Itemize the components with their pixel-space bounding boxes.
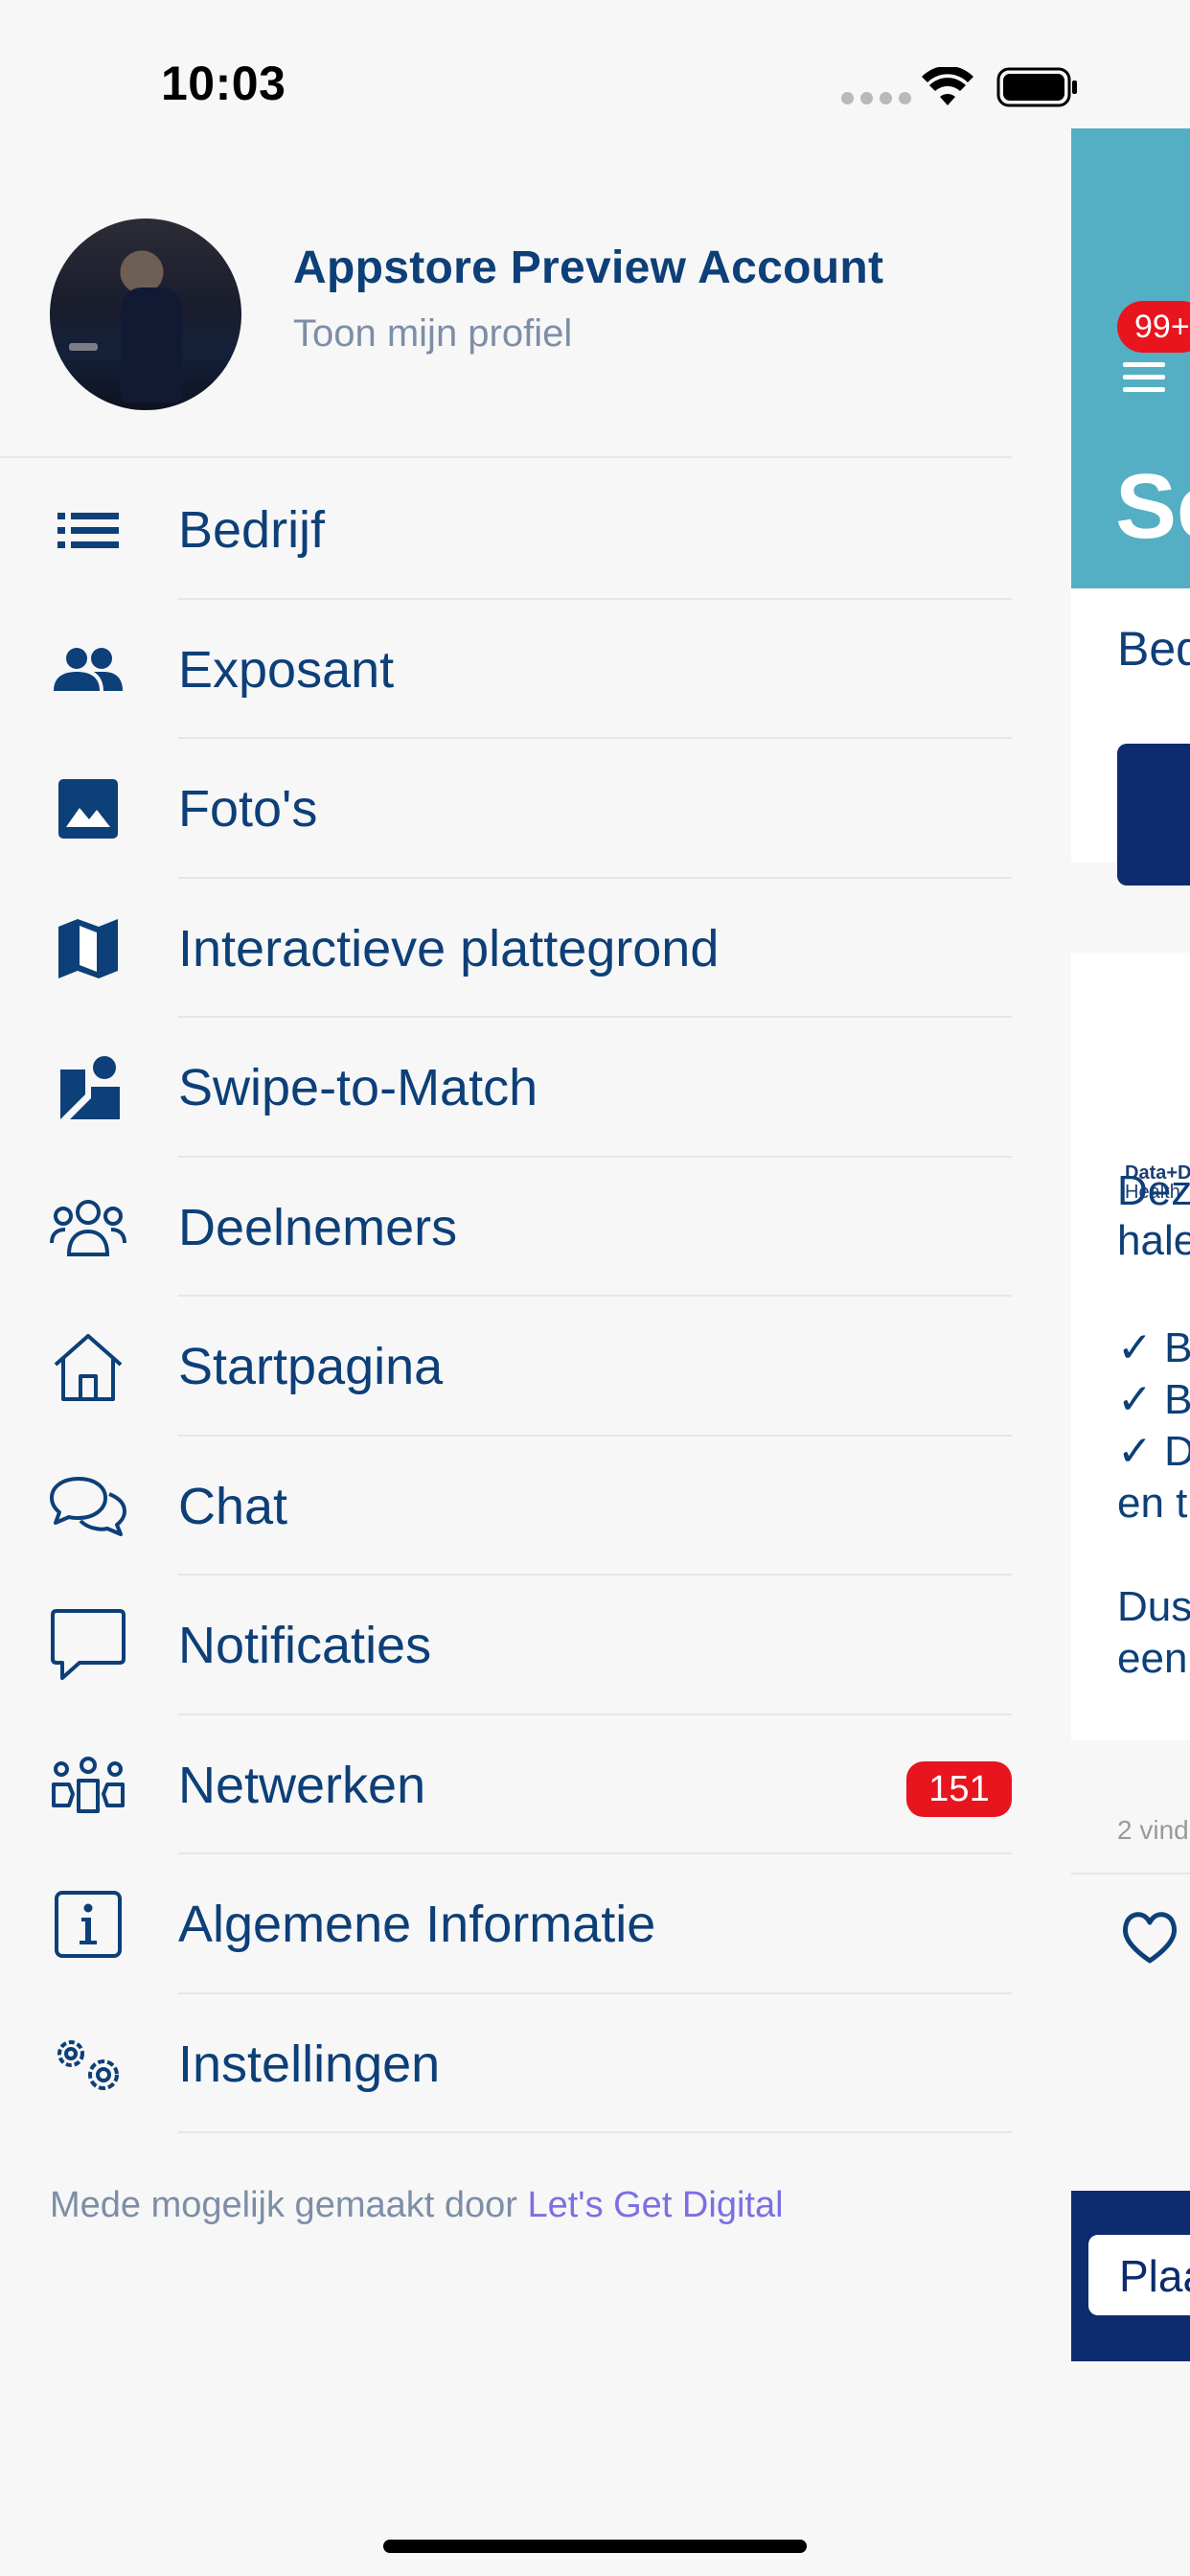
navigation-drawer: Appstore Preview Account Toon mijn profi… — [0, 0, 1012, 2576]
list-icon — [50, 496, 126, 564]
menu-item-label: Netwerken — [178, 1756, 426, 1814]
speech-bubble-icon — [50, 1609, 126, 1680]
swipe-match-icon — [50, 1054, 126, 1121]
drawer-menu: Bedrijf Exposant Foto's Interactieve pla… — [0, 460, 1012, 2133]
profile-header[interactable]: Appstore Preview Account Toon mijn profi… — [0, 172, 1012, 458]
menu-item-startpagina[interactable]: Startpagina — [0, 1297, 1012, 1437]
menu-item-fotos[interactable]: Foto's — [0, 739, 1012, 879]
post-text-line: hale — [1117, 1217, 1190, 1264]
background-post-card: Data+D Health Dez hale ✓ B ✓ B ✓ D en t … — [1071, 953, 1190, 1964]
post-text-line: ✓ B — [1117, 1376, 1190, 1423]
background-tab-bar[interactable]: Bed — [1071, 588, 1190, 713]
image-icon — [50, 775, 126, 842]
menu-item-label: Foto's — [178, 780, 318, 838]
menu-item-label: Bedrijf — [178, 501, 326, 559]
background-header: 99+ Se — [1071, 128, 1190, 588]
lets-get-digital-link[interactable]: Let's Get Digital — [527, 2185, 783, 2225]
post-text-line: en t — [1117, 1480, 1188, 1527]
post-text-line: ✓ B — [1117, 1324, 1190, 1371]
group-icon — [50, 1194, 126, 1261]
post-text-line: Dez — [1117, 1167, 1190, 1214]
background-app-peek[interactable]: 99+ Se Bed Data+D Health Dez hale ✓ B ✓ … — [1071, 128, 1190, 2576]
background-footer-button[interactable]: Plaa — [1088, 2235, 1190, 2315]
background-title: Se — [1115, 455, 1190, 558]
menu-item-label: Interactieve plattegrond — [178, 919, 720, 978]
background-button[interactable] — [1117, 744, 1190, 886]
info-icon — [50, 1891, 126, 1958]
hamburger-menu-icon[interactable] — [1123, 362, 1165, 400]
menu-item-label: Instellingen — [178, 2035, 441, 2093]
post-text-line: ✓ D — [1117, 1428, 1190, 1475]
powered-by-credit: Mede mogelijk gemaakt door Let's Get Dig… — [50, 2185, 784, 2226]
menu-item-label: Deelnemers — [178, 1198, 458, 1256]
post-text-line: Dus — [1117, 1583, 1190, 1630]
heart-icon[interactable] — [1119, 1909, 1180, 1966]
menu-item-label: Algemene Informatie — [178, 1896, 656, 1953]
chat-bubbles-icon — [50, 1473, 126, 1540]
menu-item-algemene-informatie[interactable]: Algemene Informatie — [0, 1854, 1012, 1994]
view-profile-link[interactable]: Toon mijn profiel — [293, 312, 572, 356]
home-icon — [50, 1333, 126, 1401]
menu-item-label: Exposant — [178, 640, 395, 699]
divider — [1071, 1873, 1190, 1874]
post-text-line: een — [1117, 1635, 1188, 1682]
menu-item-interactieve-plattegrond[interactable]: Interactieve plattegrond — [0, 879, 1012, 1018]
background-tab-label[interactable]: Bed — [1117, 621, 1190, 677]
menu-item-label: Swipe-to-Match — [178, 1059, 538, 1116]
menu-item-netwerken[interactable]: Netwerken 151 — [0, 1715, 1012, 1854]
menu-item-bedrijf[interactable]: Bedrijf — [0, 460, 1012, 600]
menu-item-label: Startpagina — [178, 1338, 444, 1395]
credit-prefix: Mede mogelijk gemaakt door — [50, 2185, 528, 2225]
background-footer-button-label: Plaa — [1119, 2251, 1190, 2301]
menu-item-notificaties[interactable]: Notificaties — [0, 1576, 1012, 1715]
avatar[interactable] — [50, 218, 241, 410]
netwerken-count-badge: 151 — [906, 1760, 1012, 1817]
post-meta: 2 vind — [1117, 1815, 1189, 1845]
background-notification-badge: 99+ — [1117, 301, 1190, 353]
people-icon — [50, 636, 126, 703]
menu-item-exposant[interactable]: Exposant — [0, 600, 1012, 739]
profile-name: Appstore Preview Account — [293, 242, 884, 293]
menu-item-swipe-to-match[interactable]: Swipe-to-Match — [0, 1018, 1012, 1158]
menu-item-chat[interactable]: Chat — [0, 1437, 1012, 1576]
home-indicator[interactable] — [383, 2540, 807, 2553]
menu-item-deelnemers[interactable]: Deelnemers — [0, 1158, 1012, 1297]
menu-item-label: Chat — [178, 1477, 288, 1535]
background-button-area — [1071, 711, 1190, 886]
menu-item-instellingen[interactable]: Instellingen — [0, 1994, 1012, 2133]
menu-item-label: Notificaties — [178, 1617, 432, 1674]
gears-icon — [50, 2031, 126, 2098]
divider — [178, 2131, 1012, 2133]
network-people-icon — [50, 1752, 126, 1819]
background-footer: Plaa — [1071, 2191, 1190, 2361]
map-icon — [50, 915, 126, 982]
